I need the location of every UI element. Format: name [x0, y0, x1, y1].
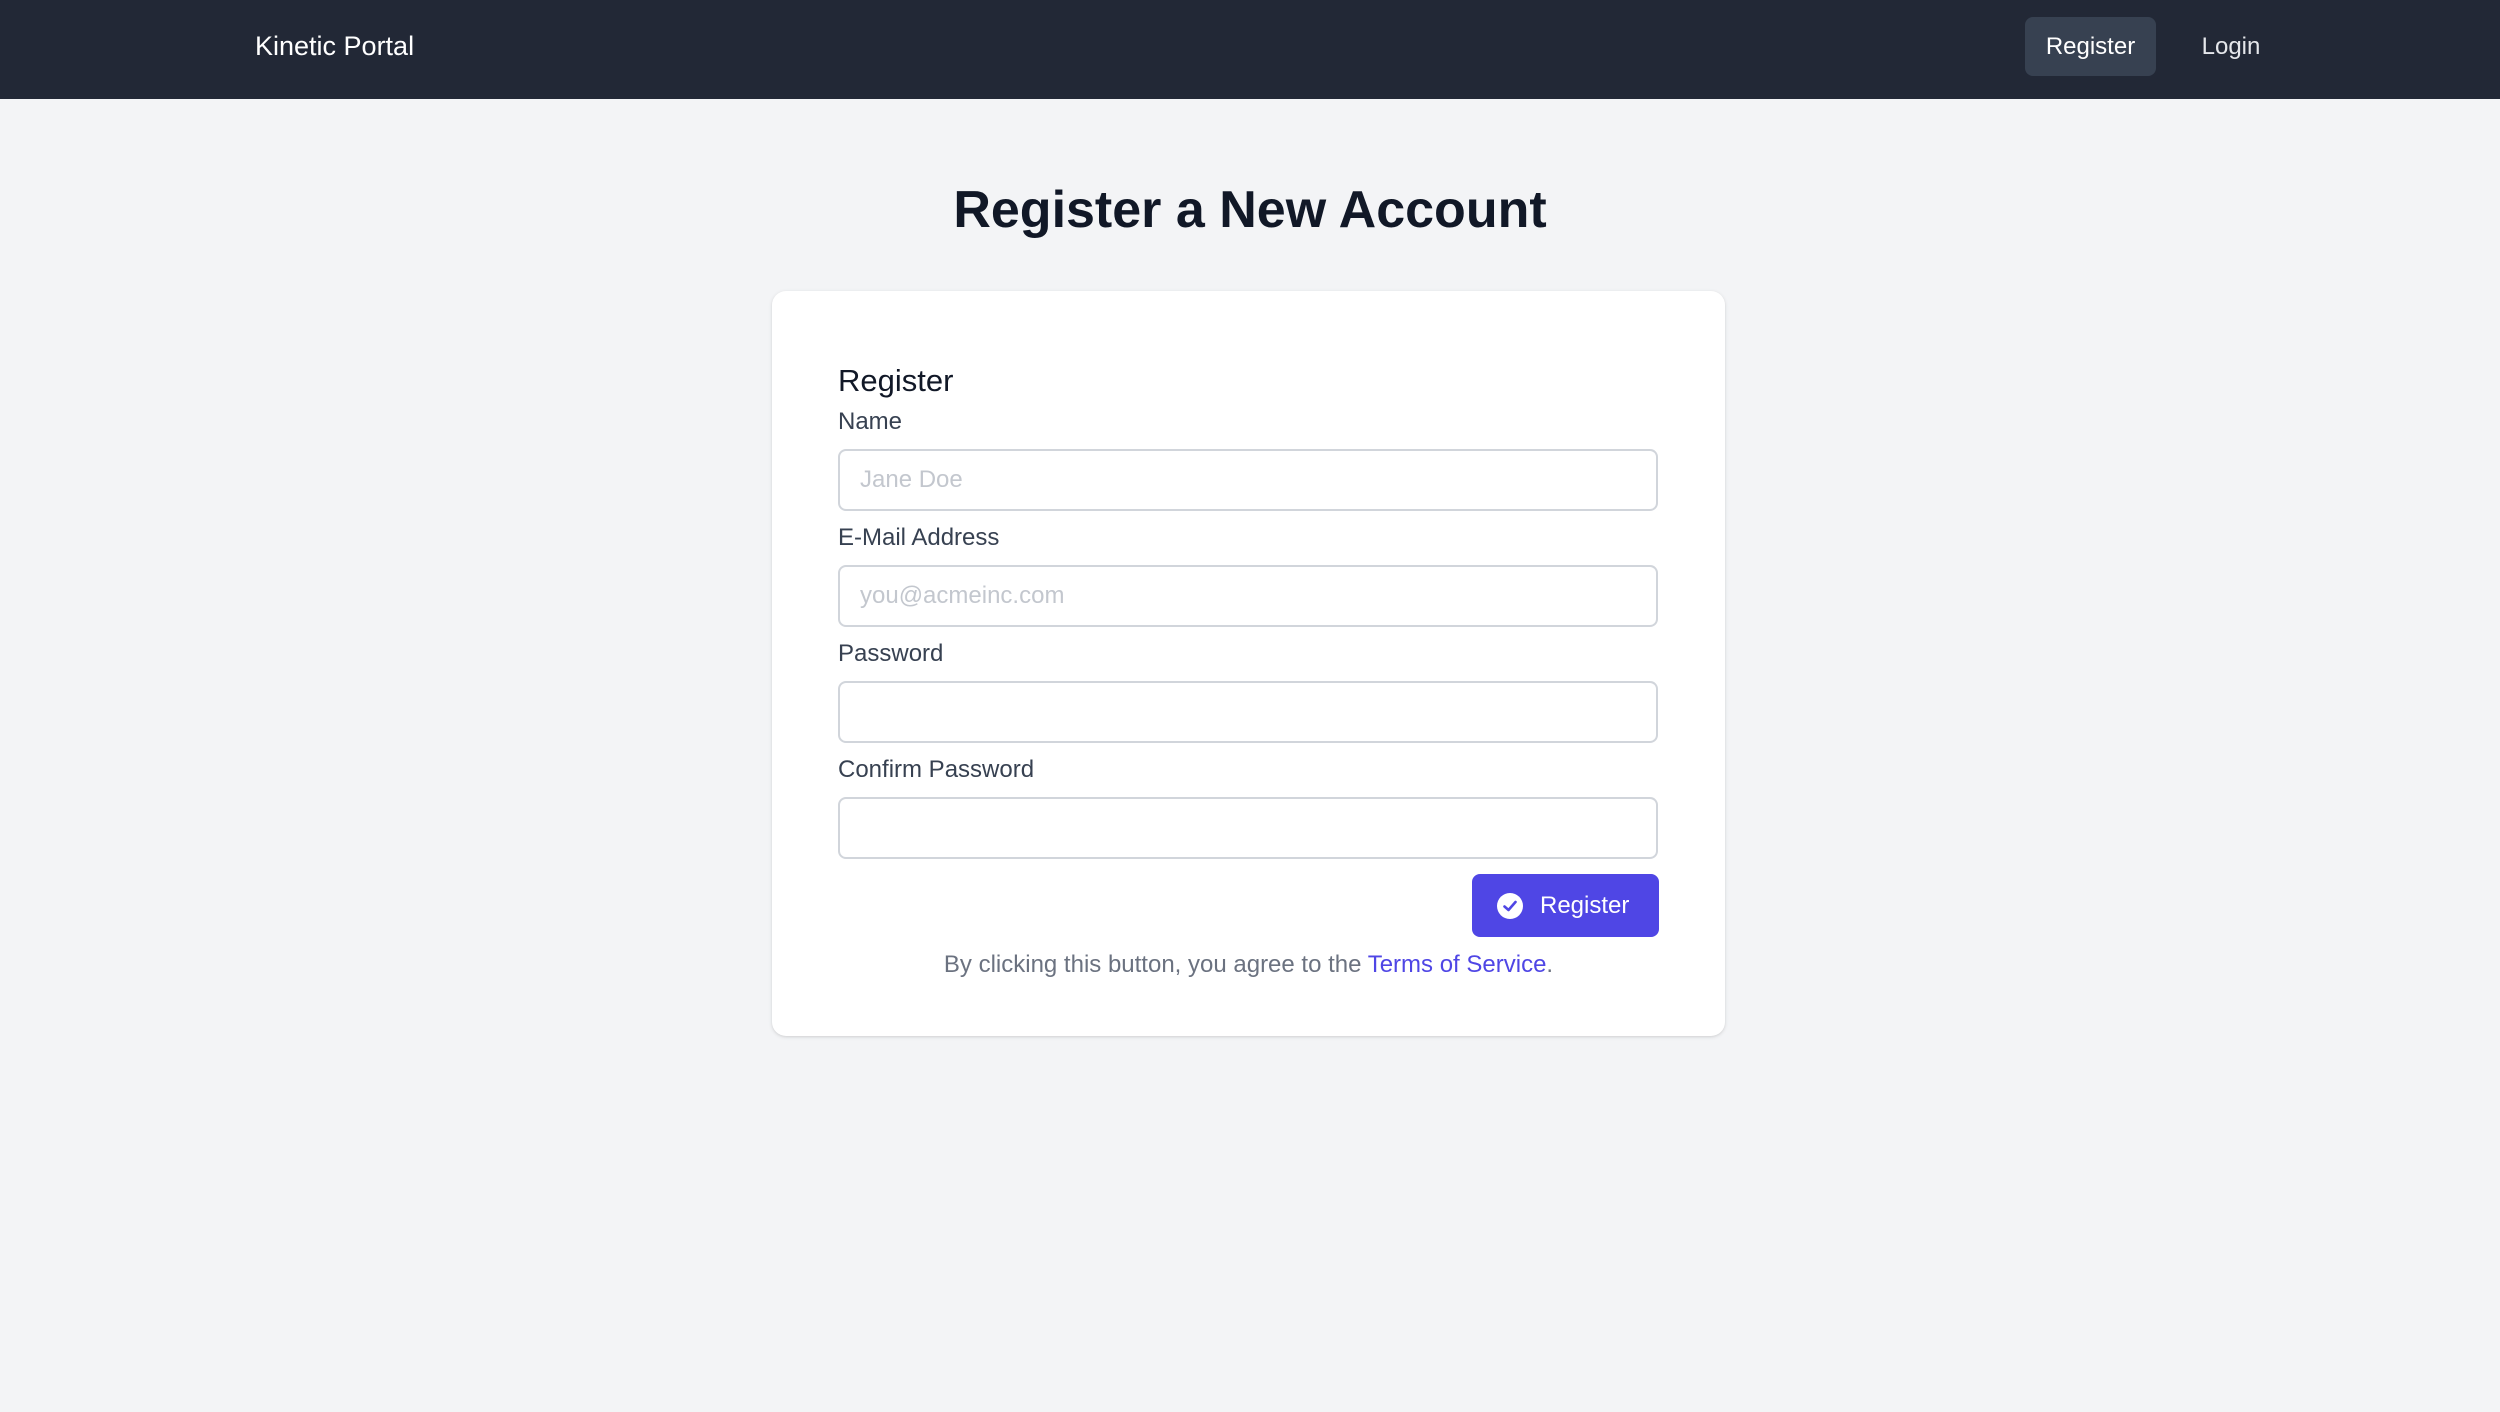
page-title: Register a New Account	[953, 181, 1547, 239]
terms-prefix: By clicking this button, you agree to th…	[943, 951, 1368, 978]
top-navbar: Kinetic Portal Register Login	[0, 0, 2500, 99]
confirm-password-label: Confirm Password	[838, 756, 1035, 783]
password-label: Password	[838, 640, 944, 667]
check-circle-icon	[1497, 893, 1523, 919]
name-input[interactable]	[838, 449, 1658, 511]
terms-suffix: .	[1546, 951, 1554, 978]
email-label: E-Mail Address	[838, 524, 1000, 551]
brand-logo-text[interactable]: Kinetic Portal	[255, 0, 414, 93]
nav-login-button[interactable]: Login	[2186, 17, 2276, 76]
password-input[interactable]	[838, 681, 1658, 743]
nav-register-button[interactable]: Register	[2025, 17, 2156, 76]
terms-notice: By clicking this button, you agree to th…	[772, 948, 1725, 982]
form-heading: Register	[838, 363, 954, 398]
confirm-password-input[interactable]	[838, 797, 1658, 859]
email-input[interactable]	[838, 565, 1658, 627]
register-submit-button[interactable]: Register	[1472, 874, 1659, 937]
register-submit-label: Register	[1540, 892, 1630, 919]
name-label: Name	[838, 408, 903, 435]
terms-of-service-link[interactable]: Terms of Service	[1368, 951, 1547, 978]
register-card: Register Name E-Mail Address Password Co…	[772, 291, 1725, 1036]
